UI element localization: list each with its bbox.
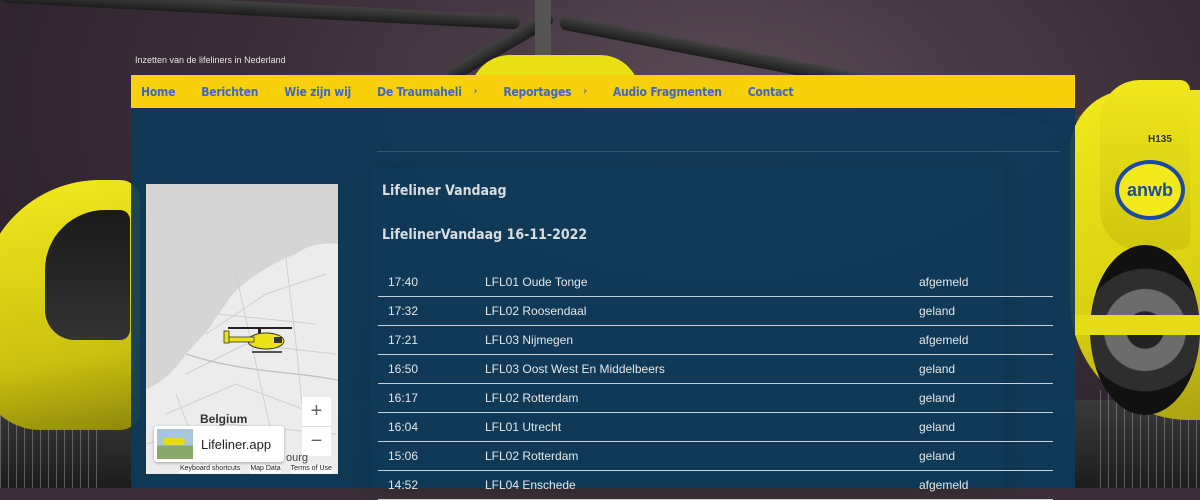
table-row: 17:40 LFL01 Oude Tonge afgemeld	[378, 268, 1053, 297]
time-cell: 16:04	[378, 412, 485, 442]
time-cell: 15:06	[378, 441, 485, 471]
time-cell: 17:21	[378, 325, 485, 355]
table-row: 16:17 LFL02 Rotterdam geland	[378, 383, 1053, 413]
time-cell: 14:52	[378, 470, 485, 500]
nav-berichten[interactable]: Berichten	[201, 85, 258, 99]
nav-wie-zijn-wij-label: Wie zijn wij	[284, 84, 352, 99]
table-row: 15:06 LFL02 Rotterdam geland	[378, 441, 1053, 471]
nav-de-traumaheli-label: De Traumaheli	[377, 84, 462, 99]
flights-table: 17:40 LFL01 Oude Tonge afgemeld 17:32 LF…	[378, 268, 1053, 500]
time-cell: 16:50	[378, 354, 485, 384]
nav-home-label: Home	[141, 84, 176, 99]
terms-of-use-link[interactable]: Terms of Use	[290, 465, 332, 474]
nav-reportages-label: Reportages	[503, 84, 572, 99]
nav-home[interactable]: Home	[141, 85, 175, 99]
lifeliner-app-badge[interactable]: Lifeliner.app	[154, 426, 284, 462]
helicopter-icon[interactable]	[222, 324, 302, 358]
site-tagline: Inzetten van de lifeliners in Nederland	[135, 55, 286, 65]
table-row: 17:21 LFL03 Nijmegen afgemeld	[378, 325, 1053, 355]
time-cell: 17:32	[378, 296, 485, 326]
nav-wie-zijn-wij[interactable]: Wie zijn wij	[284, 85, 351, 99]
flight-cell: LFL01 Utrecht	[485, 412, 919, 442]
minus-icon: −	[310, 430, 323, 452]
flight-cell: LFL02 Roosendaal	[485, 296, 919, 326]
zoom-in-button[interactable]: +	[302, 397, 331, 427]
status-cell: geland	[919, 441, 1053, 471]
status-cell: afgemeld	[919, 470, 1053, 500]
map-label-luxembourg: ourg	[286, 452, 309, 464]
main-navigation: Home Berichten Wie zijn wij De Traumahel…	[131, 75, 1075, 108]
flight-cell: LFL04 Enschede	[485, 470, 919, 500]
table-row: 17:32 LFL02 Roosendaal geland	[378, 296, 1053, 326]
nav-audio-fragmenten[interactable]: Audio Fragmenten	[613, 85, 722, 99]
status-cell: geland	[919, 296, 1053, 326]
nav-berichten-label: Berichten	[201, 84, 259, 99]
section-title: Lifeliner Vandaag	[382, 183, 507, 199]
nav-reportages[interactable]: Reportages ›	[503, 85, 587, 99]
flight-cell: LFL02 Rotterdam	[485, 441, 919, 471]
map-data-link[interactable]: Map Data	[250, 465, 281, 474]
date-heading: LifelinerVandaag 16-11-2022	[382, 227, 588, 243]
nav-contact-label: Contact	[747, 84, 794, 99]
chevron-right-icon: ›	[583, 86, 587, 97]
status-cell: geland	[919, 383, 1053, 413]
chevron-right-icon: ›	[473, 86, 478, 97]
time-cell: 16:17	[378, 383, 485, 413]
anwb-logo: anwb	[1115, 160, 1185, 220]
flight-cell: LFL03 Oost West En Middelbeers	[485, 354, 919, 384]
nav-de-traumaheli[interactable]: De Traumaheli ›	[377, 85, 477, 99]
keyboard-shortcuts-link[interactable]: Keyboard shortcuts	[180, 465, 241, 474]
plus-icon: +	[310, 400, 323, 422]
h135-marking: H135	[1148, 134, 1172, 145]
app-thumbnail-icon	[157, 429, 193, 459]
time-cell: 17:40	[378, 268, 485, 297]
app-name: Lifeliner.app	[201, 436, 272, 452]
status-cell: afgemeld	[919, 268, 1053, 297]
map-label-belgium: Belgium	[200, 412, 248, 426]
status-cell: geland	[919, 412, 1053, 442]
map-footer: Keyboard shortcuts Map Data Terms of Use	[146, 465, 338, 474]
nav-contact[interactable]: Contact	[748, 85, 794, 99]
divider	[377, 151, 1060, 152]
table-row: 16:50 LFL03 Oost West En Middelbeers gel…	[378, 354, 1053, 384]
status-cell: afgemeld	[919, 325, 1053, 355]
flight-cell: LFL01 Oude Tonge	[485, 268, 919, 297]
flight-cell: LFL02 Rotterdam	[485, 383, 919, 413]
table-row: 16:04 LFL01 Utrecht geland	[378, 412, 1053, 442]
table-row: 14:52 LFL04 Enschede afgemeld	[378, 470, 1053, 500]
status-cell: geland	[919, 354, 1053, 384]
flight-cell: LFL03 Nijmegen	[485, 325, 919, 355]
nav-audio-fragmenten-label: Audio Fragmenten	[612, 84, 722, 99]
